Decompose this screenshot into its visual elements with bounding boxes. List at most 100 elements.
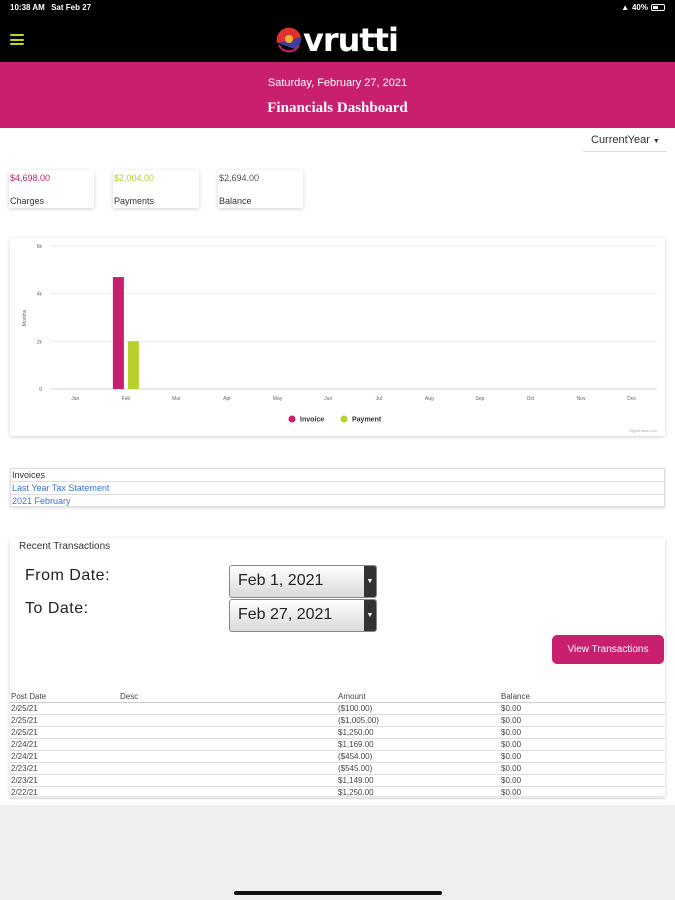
- battery-icon: [651, 4, 665, 11]
- column-header: Amount: [337, 691, 500, 703]
- home-indicator[interactable]: [234, 891, 442, 895]
- y-tick-label: 6k: [37, 244, 43, 250]
- logo-text: vrutti: [303, 21, 399, 59]
- charges-amount: $4,698.00: [10, 173, 51, 183]
- y-tick-label: 0: [39, 387, 42, 393]
- desc-cell: [119, 786, 337, 799]
- legend-marker: [288, 415, 296, 423]
- transactions-title: Recent Transactions: [19, 541, 111, 552]
- table-row: 2/25/21 $1,250.00 $0.00: [10, 726, 665, 739]
- to-date-value: Feb 27, 2021: [238, 606, 333, 623]
- x-tick-label: Jul: [376, 396, 382, 402]
- post-date-cell: 2/24/21: [10, 738, 119, 751]
- desc-cell: [119, 774, 337, 787]
- x-tick-label: Aug: [425, 396, 434, 402]
- amount-cell: $1,250.00: [337, 786, 500, 799]
- hamburger-menu-icon[interactable]: [10, 34, 24, 45]
- balance-cell: $0.00: [500, 738, 665, 751]
- page-background-footer: [0, 805, 675, 900]
- table-row: 2/22/21 $1,250.00 $0.00: [10, 786, 665, 799]
- legend-label: Payment: [352, 417, 382, 424]
- monthly-chart: 0 2k 4k 6k Months Jan Feb Mar Apr May Jun Jul Aug Sep…: [10, 238, 665, 436]
- post-date-cell: 2/23/21: [10, 762, 119, 775]
- logo-mark-icon: [276, 27, 302, 53]
- chevron-down-icon: ▼: [364, 600, 376, 631]
- header-date: Saturday, February 27, 2021: [267, 77, 408, 89]
- top-app-bar: 10:38 AM Sat Feb 27 ▲ 40% vrutti: [0, 0, 675, 62]
- from-date-picker[interactable]: Feb 1, 2021 ▼: [229, 565, 377, 598]
- amount-cell: $1,169.00: [337, 738, 500, 751]
- balance-cell: $0.00: [500, 726, 665, 739]
- status-date: Sat Feb 27: [51, 3, 92, 12]
- x-tick-label: Nov: [577, 396, 586, 402]
- post-date-cell: 2/23/21: [10, 774, 119, 787]
- x-tick-label: Oct: [527, 396, 535, 402]
- amount-cell: $1,250.00: [337, 726, 500, 739]
- post-date-cell: 2/25/21: [10, 702, 119, 715]
- chart-svg: 0 2k 4k 6k Months Jan Feb Mar Apr May Jun Jul Aug Sep…: [22, 244, 657, 424]
- year-filter-dropdown[interactable]: CurrentYear ▼: [583, 130, 667, 152]
- balance-cell: $0.00: [500, 774, 665, 787]
- desc-cell: [119, 738, 337, 751]
- year-filter-value: CurrentYear: [591, 134, 650, 146]
- desc-cell: [119, 726, 337, 739]
- column-header: Desc: [119, 691, 337, 703]
- post-date-cell: 2/25/21: [10, 726, 119, 739]
- invoice-link[interactable]: 2021 February: [12, 496, 71, 506]
- amount-cell: ($100.00): [337, 702, 500, 715]
- chevron-down-icon: ▼: [364, 566, 376, 597]
- payments-label: Payments: [114, 196, 155, 206]
- list-item[interactable]: 2021 February: [11, 495, 664, 508]
- invoices-header: Invoices: [11, 469, 664, 482]
- balance-amount: $2,694.00: [219, 173, 260, 183]
- dashboard-header: Saturday, February 27, 2021 Financials D…: [0, 62, 675, 128]
- invoice-link[interactable]: Last Year Tax Statement: [12, 483, 109, 493]
- table-row: 2/25/21 ($100.00) $0.00: [10, 702, 665, 715]
- balance-cell: $0.00: [500, 714, 665, 727]
- page-title: Financials Dashboard: [267, 100, 408, 116]
- to-date-picker[interactable]: Feb 27, 2021 ▼: [229, 599, 377, 632]
- list-item[interactable]: Last Year Tax Statement: [11, 482, 664, 495]
- desc-cell: [119, 714, 337, 727]
- y-tick-label: 2k: [37, 339, 43, 345]
- balance-card: $2,694.00 Balance: [218, 170, 303, 208]
- desc-cell: [119, 702, 337, 715]
- x-tick-label: Dec: [627, 396, 636, 402]
- amount-cell: ($545.00): [337, 762, 500, 775]
- bar-payment: [127, 341, 139, 389]
- table-row: 2/24/21 ($454.00) $0.00: [10, 750, 665, 763]
- charges-label: Charges: [10, 196, 45, 206]
- status-bar-indicators: ▲ 40%: [621, 3, 665, 12]
- invoices-list: Invoices Last Year Tax Statement 2021 Fe…: [10, 468, 665, 507]
- post-date-cell: 2/25/21: [10, 714, 119, 727]
- chevron-down-icon: ▼: [652, 138, 660, 145]
- view-transactions-button[interactable]: View Transactions: [552, 635, 664, 664]
- table-row: 2/25/21 ($1,005.00) $0.00: [10, 714, 665, 727]
- amount-cell: ($1,005.00): [337, 714, 500, 727]
- x-tick-label: Sep: [476, 396, 485, 402]
- table-row: 2/24/21 $1,169.00 $0.00: [10, 738, 665, 751]
- x-tick-label: Jan: [71, 396, 79, 402]
- x-tick-label: May: [273, 396, 283, 402]
- table-row: 2/23/21 $1,149.00 $0.00: [10, 774, 665, 787]
- column-header: Balance: [500, 691, 665, 703]
- wifi-icon: ▲: [621, 3, 629, 12]
- x-tick-label: Feb: [122, 396, 131, 402]
- x-tick-label: Apr: [223, 396, 231, 402]
- balance-label: Balance: [219, 196, 252, 206]
- bar-invoice: [112, 277, 124, 389]
- status-time: 10:38 AM: [10, 3, 45, 12]
- from-date-value: Feb 1, 2021: [238, 572, 324, 589]
- legend-label: Invoice: [300, 417, 324, 424]
- payments-card: $2,004.00 Payments: [113, 170, 199, 208]
- balance-cell: $0.00: [500, 786, 665, 799]
- from-date-label: From Date:: [25, 567, 111, 584]
- chart-credit: Highcharts.com: [629, 428, 657, 433]
- transactions-table: Post Date Desc Amount Balance 2/25/21 ($1…: [10, 691, 665, 799]
- post-date-cell: 2/24/21: [10, 750, 119, 763]
- amount-cell: ($454.00): [337, 750, 500, 763]
- amount-cell: $1,149.00: [337, 774, 500, 787]
- charges-card: $4,698.00 Charges: [9, 170, 94, 208]
- balance-cell: $0.00: [500, 750, 665, 763]
- desc-cell: [119, 762, 337, 775]
